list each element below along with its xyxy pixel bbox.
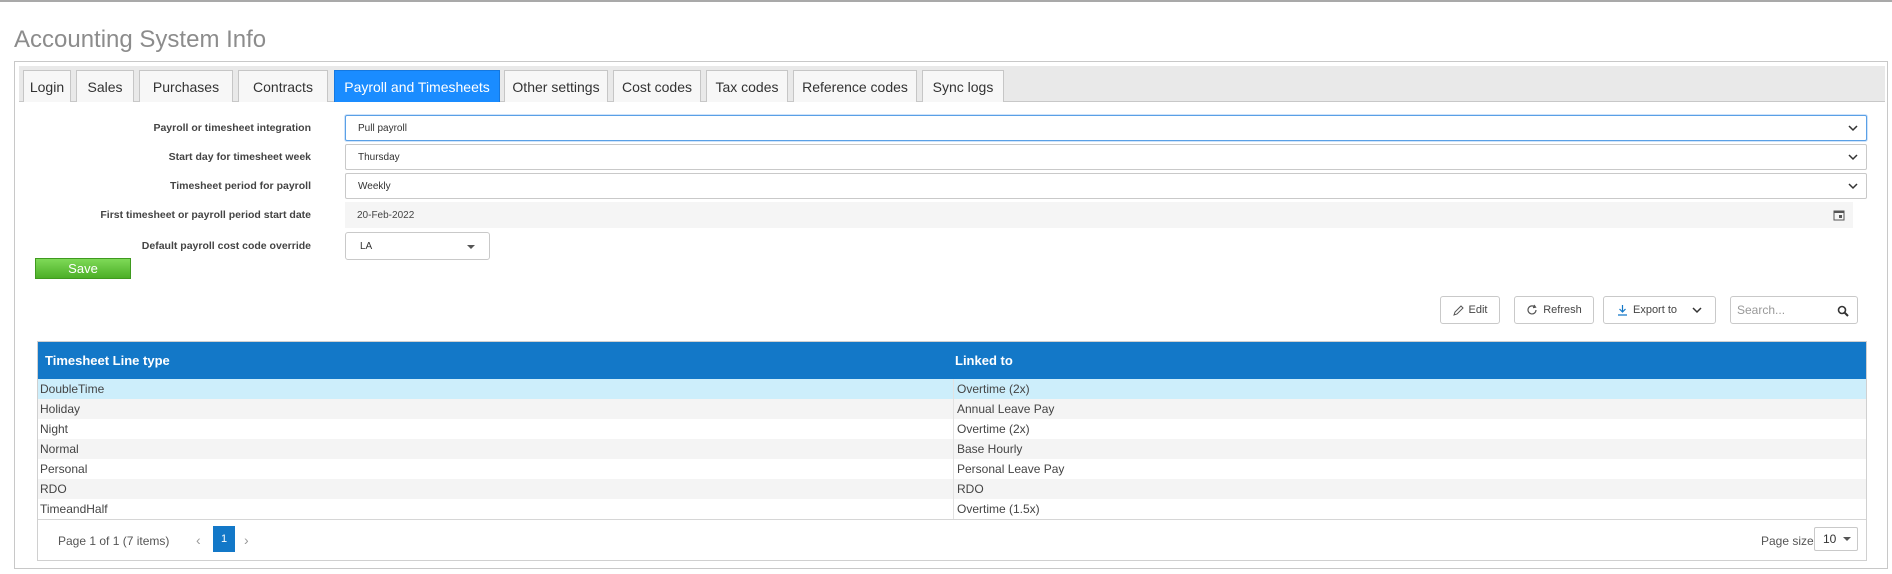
cost-code-value: LA <box>360 240 373 252</box>
pencil-icon <box>1452 304 1464 316</box>
tab-bar: Login Sales Purchases Contracts Payroll … <box>19 66 1885 102</box>
tab-sales[interactable]: Sales <box>76 70 134 102</box>
tab-other-settings[interactable]: Other settings <box>504 70 608 102</box>
export-button[interactable]: Export to <box>1603 296 1716 324</box>
cell-linked-to: RDO <box>953 479 984 499</box>
caret-down-icon <box>467 245 475 249</box>
cell-line-type: Holiday <box>40 402 81 416</box>
chevron-down-icon <box>1848 154 1858 161</box>
download-icon <box>1617 305 1627 316</box>
grid-body: DoubleTime Overtime (2x) Holiday Annual … <box>38 379 1866 519</box>
edit-button[interactable]: Edit <box>1440 296 1500 324</box>
first-period-date-input[interactable]: 20-Feb-2022 <box>345 202 1853 228</box>
search-input[interactable]: Search... <box>1730 296 1858 324</box>
pager: Page 1 of 1 (7 items) ‹ 1 › Page size: 1… <box>38 519 1866 561</box>
tab-cost-codes[interactable]: Cost codes <box>613 70 701 102</box>
refresh-button[interactable]: Refresh <box>1514 296 1594 324</box>
tab-login[interactable]: Login <box>23 70 71 102</box>
cell-linked-to: Overtime (2x) <box>953 379 1030 399</box>
tab-payroll-and-timesheets[interactable]: Payroll and Timesheets <box>334 70 500 102</box>
table-row[interactable]: Personal Personal Leave Pay <box>38 459 1866 479</box>
page-number-button[interactable]: 1 <box>213 526 235 552</box>
save-button[interactable]: Save <box>35 258 131 279</box>
cell-line-type: DoubleTime <box>40 382 105 396</box>
cost-code-select[interactable]: LA <box>345 232 490 260</box>
refresh-label: Refresh <box>1543 304 1582 316</box>
cell-linked-to: Personal Leave Pay <box>953 459 1064 479</box>
tab-reference-codes[interactable]: Reference codes <box>793 70 917 102</box>
first-period-label: First timesheet or payroll period start … <box>100 209 311 221</box>
table-row[interactable]: Holiday Annual Leave Pay <box>38 399 1866 419</box>
start-day-label: Start day for timesheet week <box>168 151 311 163</box>
period-value: Weekly <box>358 180 391 192</box>
page-size-value: 10 <box>1823 532 1837 546</box>
grid-header: Timesheet Line type Linked to <box>38 342 1866 379</box>
period-select[interactable]: Weekly <box>345 173 1867 199</box>
chevron-down-icon <box>1848 125 1858 132</box>
table-row[interactable]: TimeandHalf Overtime (1.5x) <box>38 499 1866 519</box>
cell-linked-to: Annual Leave Pay <box>953 399 1054 419</box>
cell-line-type: RDO <box>40 482 67 496</box>
table-row[interactable]: DoubleTime Overtime (2x) <box>38 379 1866 399</box>
first-period-row: First timesheet or payroll period start … <box>15 202 1887 228</box>
cell-linked-to: Base Hourly <box>953 439 1022 459</box>
tab-contracts[interactable]: Contracts <box>238 70 328 102</box>
timesheet-grid: Timesheet Line type Linked to DoubleTime… <box>37 341 1867 561</box>
refresh-icon <box>1527 304 1537 315</box>
cost-code-row: Default payroll cost code override LA <box>15 232 1887 260</box>
edit-label: Edit <box>1468 304 1488 316</box>
cost-code-label: Default payroll cost code override <box>141 240 311 252</box>
table-row[interactable]: Normal Base Hourly <box>38 439 1866 459</box>
page-title: Accounting System Info <box>14 26 267 53</box>
chevron-down-icon <box>1692 307 1702 314</box>
start-day-row: Start day for timesheet week Thursday <box>15 144 1887 170</box>
integration-row: Payroll or timesheet integration Pull pa… <box>15 115 1887 141</box>
tab-purchases[interactable]: Purchases <box>139 70 233 102</box>
first-period-value: 20-Feb-2022 <box>357 209 415 221</box>
chevron-left-icon[interactable]: ‹ <box>196 532 201 548</box>
tab-sync-logs[interactable]: Sync logs <box>922 70 1004 102</box>
table-row[interactable]: Night Overtime (2x) <box>38 419 1866 439</box>
column-header-linked-to[interactable]: Linked to <box>955 342 1013 379</box>
period-row: Timesheet period for payroll Weekly <box>15 173 1887 199</box>
settings-panel: Login Sales Purchases Contracts Payroll … <box>14 61 1888 569</box>
search-placeholder: Search... <box>1737 303 1786 317</box>
cell-line-type: Normal <box>40 442 79 456</box>
integration-select[interactable]: Pull payroll <box>345 115 1867 141</box>
cell-linked-to: Overtime (2x) <box>953 419 1030 439</box>
integration-value: Pull payroll <box>358 122 407 134</box>
table-row[interactable]: RDO RDO <box>38 479 1866 499</box>
start-day-select[interactable]: Thursday <box>345 144 1867 170</box>
integration-label: Payroll or timesheet integration <box>153 122 311 134</box>
page-size-select[interactable]: 10 <box>1814 527 1858 551</box>
pager-info: Page 1 of 1 (7 items) <box>58 534 170 548</box>
cell-line-type: Personal <box>40 462 88 476</box>
start-day-value: Thursday <box>358 151 400 163</box>
chevron-right-icon[interactable]: › <box>244 532 249 548</box>
page-size-label: Page size: <box>1761 534 1818 548</box>
cell-line-type: Night <box>40 422 69 436</box>
cell-line-type: TimeandHalf <box>40 502 108 516</box>
tab-tax-codes[interactable]: Tax codes <box>706 70 788 102</box>
caret-down-icon <box>1843 537 1851 541</box>
export-label: Export to <box>1632 304 1678 316</box>
calendar-icon[interactable] <box>1833 209 1845 221</box>
column-header-line-type[interactable]: Timesheet Line type <box>45 342 170 379</box>
period-label: Timesheet period for payroll <box>169 180 311 192</box>
chevron-down-icon <box>1848 183 1858 190</box>
search-icon[interactable] <box>1837 305 1849 317</box>
cell-linked-to: Overtime (1.5x) <box>953 499 1040 519</box>
